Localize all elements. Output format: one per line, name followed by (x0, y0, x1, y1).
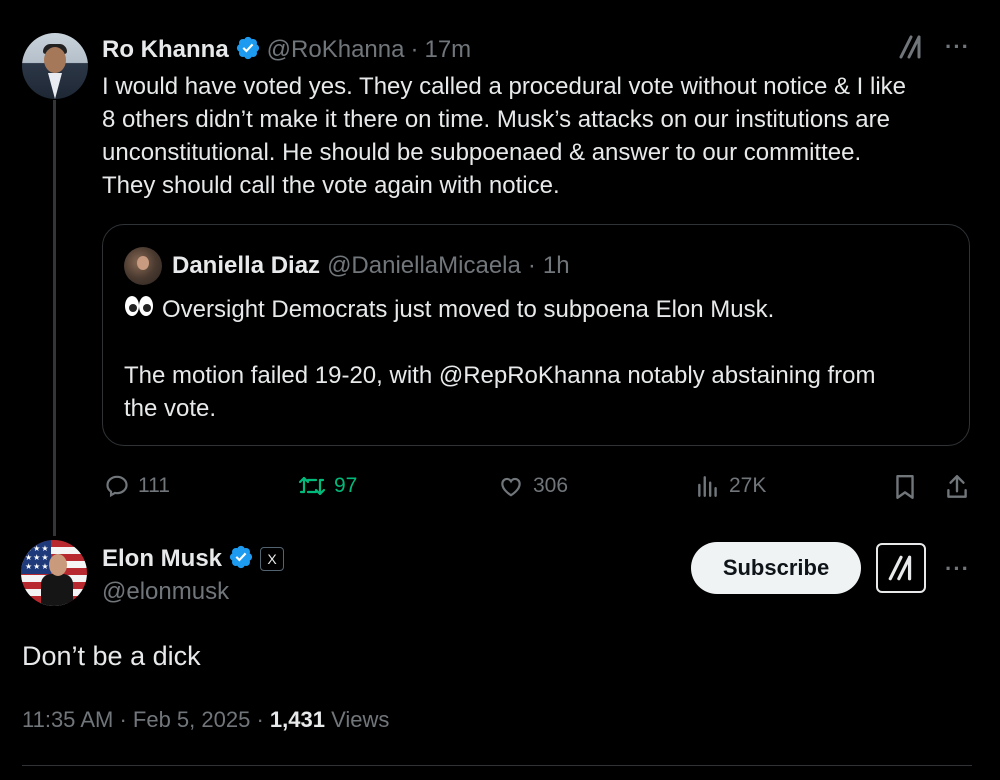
tweet-text: Don’t be a dick (22, 641, 201, 671)
views-label: Views (331, 707, 390, 732)
reply-count: 111 (138, 474, 170, 497)
avatar[interactable]: ★★★ ★★★ ★★★ (21, 540, 87, 606)
tweet-date[interactable]: Feb 5, 2025 (133, 707, 250, 732)
separator: · (256, 707, 264, 732)
avatar[interactable] (124, 247, 162, 285)
thread-line (53, 100, 56, 536)
views-icon (698, 476, 717, 497)
tweet-text-line: 8 others didn’t make it there on time. M… (102, 106, 890, 133)
bookmark-icon[interactable] (892, 473, 918, 506)
more-icon[interactable]: ··· (945, 556, 970, 582)
eyes-emoji (124, 293, 154, 326)
tweet-text-line: They should call the vote again with not… (102, 172, 560, 199)
quote-header: Daniella Diaz @DaniellaMicaela · 1h (172, 250, 570, 282)
author-name[interactable]: Elon Musk (102, 545, 222, 573)
quote-text-line: the vote. (124, 395, 217, 422)
views-button[interactable]: 27K (695, 473, 766, 499)
tweet-header: Elon Musk X (102, 542, 285, 576)
grok-button[interactable] (876, 543, 926, 593)
avatar[interactable] (22, 33, 88, 99)
repost-icon (298, 476, 326, 496)
separator: · (410, 36, 419, 63)
author-handle[interactable]: @elonmusk (102, 578, 229, 606)
author-name[interactable]: Ro Khanna (102, 36, 229, 64)
quote-author-handle: @DaniellaMicaela (327, 252, 521, 279)
verified-icon (228, 544, 254, 575)
separator: · (119, 707, 127, 732)
like-count: 306 (533, 474, 569, 497)
tweet-text-line: unconstitutional. He should be subpoenae… (102, 139, 862, 166)
quote-text-line: Oversight Democrats just moved to subpoe… (162, 296, 775, 323)
quote-timestamp: 1h (542, 252, 570, 279)
repost-button[interactable]: 97 (298, 473, 357, 499)
views-count: 1,431 (269, 707, 325, 732)
author-handle[interactable]: @RoKhanna (267, 36, 405, 64)
quote-author-name: Daniella Diaz (172, 252, 321, 279)
affiliate-badge[interactable]: X (260, 547, 285, 571)
subscribe-button[interactable]: Subscribe (691, 542, 861, 594)
tweet-meta: 11:35 AM · Feb 5, 2025 · 1,431 Views (22, 707, 389, 733)
grok-icon[interactable] (897, 33, 925, 66)
tweet-time[interactable]: 11:35 AM (22, 707, 113, 732)
timestamp[interactable]: 17m (424, 36, 471, 64)
reply-icon (106, 475, 128, 498)
reply-button[interactable]: 111 (104, 473, 170, 499)
repost-count: 97 (334, 474, 358, 497)
tweet-text: I would have voted yes. They called a pr… (102, 70, 982, 202)
share-icon[interactable] (944, 473, 970, 506)
divider (22, 765, 972, 766)
separator: · (527, 252, 536, 279)
more-icon[interactable]: ··· (945, 34, 970, 60)
grok-icon (888, 555, 912, 581)
verified-icon (235, 35, 261, 66)
like-button[interactable]: 306 (497, 473, 568, 499)
quote-text-line: The motion failed 19-20, with @RepRoKhan… (124, 362, 876, 389)
tweet-text-line: I would have voted yes. They called a pr… (102, 73, 907, 100)
views-count: 27K (729, 474, 767, 497)
quote-text: Oversight Democrats just moved to subpoe… (124, 293, 954, 425)
like-icon (501, 477, 521, 497)
tweet-header: Ro Khanna @RoKhanna · 17m (102, 33, 471, 67)
